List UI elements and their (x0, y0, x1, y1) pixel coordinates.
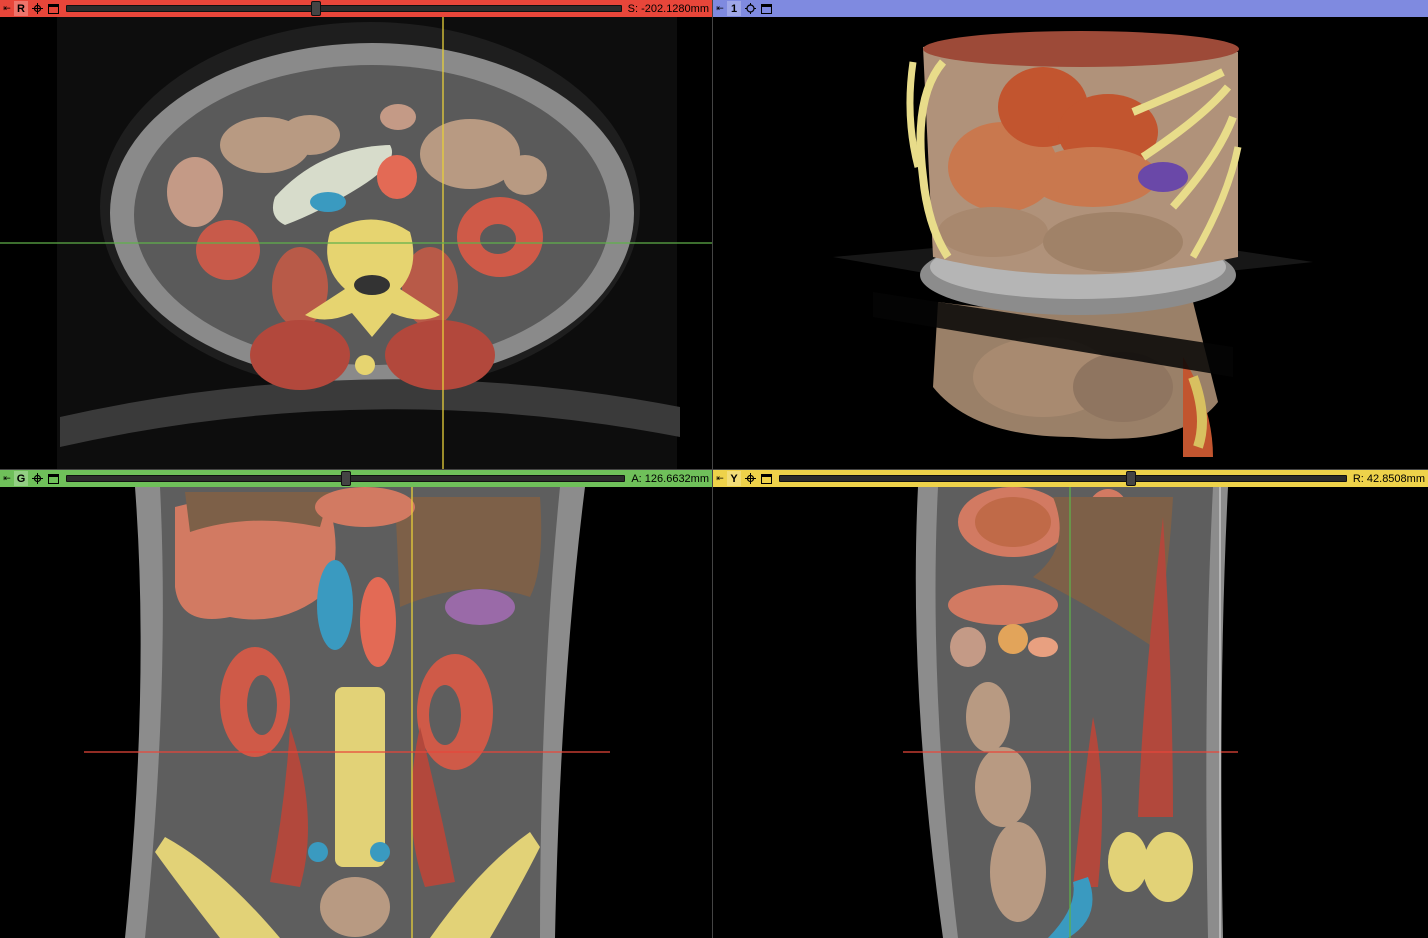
red-slice-view[interactable]: ⇤ R S: -202.1280mm (0, 0, 712, 470)
green-view-label: G (14, 471, 28, 486)
yellow-slice-view[interactable]: ⇤ Y R: 42.8508mm (713, 470, 1428, 938)
green-slice-controller-bar: ⇤ G A: 126.6632mm (0, 470, 712, 487)
yellow-slider-handle[interactable] (1125, 471, 1136, 486)
red-slice-offset-value: S: -202.1280mm (627, 2, 709, 15)
maximize-icon[interactable] (759, 1, 773, 16)
yellow-slice-controller-bar: ⇤ Y R: 42.8508mm (713, 470, 1428, 487)
3d-view-label: 1 (727, 1, 741, 16)
pin-icon[interactable]: ⇤ (713, 0, 727, 17)
yellow-view-label: Y (727, 471, 741, 486)
red-slice-image[interactable] (0, 17, 712, 470)
link-icon[interactable] (30, 471, 44, 486)
green-slider-handle[interactable] (340, 471, 351, 486)
red-slice-offset-slider[interactable] (66, 1, 622, 16)
yellow-slice-image[interactable] (713, 487, 1428, 938)
green-slice-offset-slider[interactable] (66, 471, 626, 486)
green-slice-image[interactable] (0, 487, 712, 938)
link-icon[interactable] (743, 471, 757, 486)
3d-view[interactable]: ⇤ 1 (713, 0, 1428, 470)
pin-icon[interactable]: ⇤ (713, 470, 727, 487)
red-slice-controller-bar: ⇤ R S: -202.1280mm (0, 0, 712, 17)
3d-view-controller-bar: ⇤ 1 (713, 0, 1428, 17)
maximize-icon[interactable] (759, 471, 773, 486)
red-slider-handle[interactable] (311, 1, 322, 16)
maximize-icon[interactable] (46, 1, 60, 16)
yellow-slice-offset-slider[interactable] (779, 471, 1347, 486)
red-view-label: R (14, 1, 28, 16)
horizontal-divider[interactable] (0, 469, 1428, 470)
yellow-slice-offset-value: R: 42.8508mm (1352, 472, 1425, 485)
pin-icon[interactable]: ⇤ (0, 0, 14, 17)
link-icon[interactable] (30, 1, 44, 16)
green-slice-view[interactable]: ⇤ G A: 126.6632mm (0, 470, 712, 938)
pin-icon[interactable]: ⇤ (0, 470, 14, 487)
maximize-icon[interactable] (46, 471, 60, 486)
3d-render[interactable] (713, 17, 1428, 470)
green-slice-offset-value: A: 126.6632mm (631, 472, 709, 485)
camera-center-icon[interactable] (743, 1, 757, 16)
